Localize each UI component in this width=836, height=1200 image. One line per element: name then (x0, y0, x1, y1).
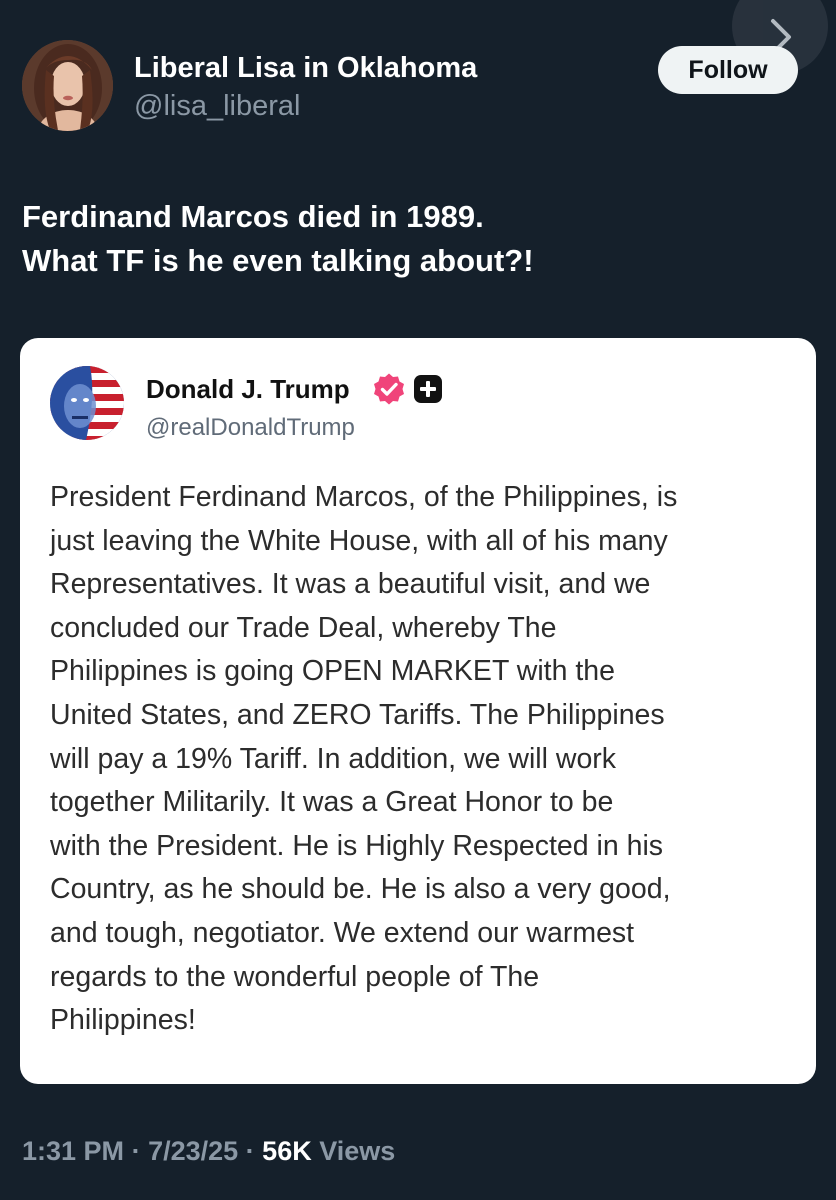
post-text-line: What TF is he even talking about?! (22, 243, 534, 278)
quoted-text-line: with the President. He is Highly Respect… (50, 829, 664, 862)
quoted-author-name[interactable]: Donald J. Trump (146, 374, 350, 405)
views-count: 56K (262, 1136, 312, 1166)
quoted-text-line: Country, as he should be. He is also a v… (50, 873, 671, 906)
quoted-text-line: together Militarily. It was a Great Hono… (50, 786, 614, 819)
author-name[interactable]: Liberal Lisa in Oklahoma (134, 52, 477, 85)
quoted-text-line: will pay a 19% Tariff. In addition, we w… (50, 742, 617, 775)
author-avatar[interactable] (22, 40, 113, 131)
follow-button[interactable]: Follow (658, 46, 798, 94)
quoted-text-line: concluded our Trade Deal, whereby The (50, 611, 557, 644)
quoted-text-line: Philippines is going OPEN MARKET with th… (50, 655, 615, 688)
quoted-author-handle[interactable]: @realDonaldTrump (146, 414, 355, 442)
views-label: Views (319, 1136, 396, 1166)
post-text: Ferdinand Marcos died in 1989. What TF i… (22, 195, 812, 283)
meta-separator: · (245, 1136, 263, 1166)
post-time[interactable]: 1:31 PM (22, 1136, 124, 1166)
quoted-text-line: just leaving the White House, with all o… (50, 524, 668, 557)
author-handle[interactable]: @lisa_liberal (134, 90, 300, 123)
post-metadata: 1:31 PM · 7/23/25 · 56K Views (22, 1136, 395, 1167)
post-date[interactable]: 7/23/25 (148, 1136, 238, 1166)
quoted-text-line: and tough, negotiator. We extend our war… (50, 916, 635, 949)
quoted-author-avatar[interactable] (50, 366, 124, 440)
post-screen: Liberal Lisa in Oklahoma @lisa_liberal F… (0, 0, 836, 1200)
quoted-post-text: President Ferdinand Marcos, of the Phili… (50, 476, 800, 1043)
quoted-text-line: Philippines! (50, 1004, 196, 1037)
meta-separator: · (131, 1136, 149, 1166)
plus-icon (414, 375, 442, 403)
verified-badge-icon (372, 372, 406, 406)
quoted-text-line: regards to the wonderful people of The (50, 960, 540, 993)
quoted-post-card[interactable]: Donald J. Trump @realDonaldTrump Preside… (20, 338, 816, 1084)
quoted-text-line: United States, and ZERO Tariffs. The Phi… (50, 698, 665, 731)
quoted-text-line: Representatives. It was a beautiful visi… (50, 568, 651, 601)
post-text-line: Ferdinand Marcos died in 1989. (22, 199, 484, 234)
quoted-text-line: President Ferdinand Marcos, of the Phili… (50, 481, 678, 513)
